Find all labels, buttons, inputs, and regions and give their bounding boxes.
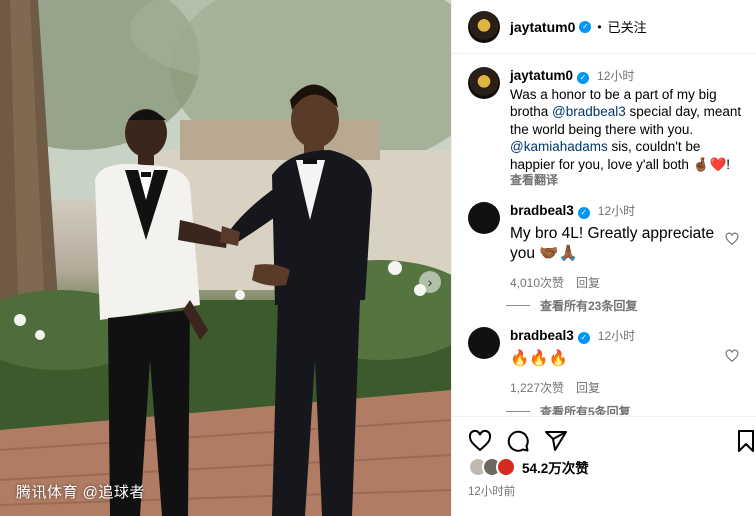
view-replies-link[interactable]: 查看所有5条回复: [506, 403, 631, 415]
carousel-next-button[interactable]: ›: [419, 271, 441, 293]
comment-text: My bro 4L! Greatly appreciate you 🤝🏾🙏🏾: [510, 225, 715, 262]
verified-badge-icon: ✓: [577, 207, 590, 219]
view-replies-link[interactable]: 查看所有23条回复: [506, 297, 637, 314]
post-sidebar: jaytatum0 ✓ • 已关注 jaytatum0 ✓ 12小时 Was a h…: [451, 0, 756, 516]
verified-badge-icon: ✓: [577, 332, 590, 344]
comment-item: bradbeal3 ✓ 12小时 🔥🔥🔥 1,227次赞 回复: [468, 327, 756, 396]
commenter-avatar[interactable]: [468, 202, 500, 234]
comment-like-count[interactable]: 4,010次赞: [510, 276, 564, 290]
verified-badge-icon: ✓: [577, 72, 590, 84]
post-header: jaytatum0 ✓ • 已关注: [452, 0, 756, 54]
caption-time: 12小时: [597, 69, 635, 83]
author-username[interactable]: jaytatum0: [510, 19, 575, 35]
comment-icon[interactable]: [506, 429, 530, 453]
verified-badge-icon: ✓: [579, 20, 592, 33]
commenter-username[interactable]: bradbeal3: [510, 328, 574, 343]
heart-icon[interactable]: [468, 429, 492, 453]
watermark: 腾讯体育 @追球者: [16, 484, 145, 501]
caption-avatar[interactable]: [468, 67, 500, 99]
likes-summary[interactable]: 54.2万次赞: [468, 457, 589, 477]
comment-text: 🔥🔥🔥: [510, 350, 568, 367]
bookmark-icon[interactable]: [734, 429, 756, 453]
comment-time: 12小时: [597, 204, 636, 218]
post-timestamp: 12小时前: [468, 486, 516, 498]
post-caption: jaytatum0 ✓ 12小时 Was a honor to be a part …: [468, 67, 748, 187]
caption-emoji: 🤞🏾❤️!: [692, 156, 731, 172]
see-translation-link[interactable]: 查看翻译: [510, 173, 748, 187]
separator-dot: •: [597, 19, 602, 34]
share-icon[interactable]: [544, 429, 568, 453]
mention-link[interactable]: @bradbeal3: [552, 104, 626, 119]
comment-time: 12小时: [597, 329, 636, 343]
caption-username[interactable]: jaytatum0: [510, 68, 573, 83]
commenter-avatar[interactable]: [468, 327, 500, 359]
reply-button[interactable]: 回复: [576, 381, 600, 395]
comments-scroll-area[interactable]: jaytatum0 ✓ 12小时 Was a honor to be a part …: [452, 55, 756, 415]
author-avatar[interactable]: [468, 10, 500, 43]
caption-text: Was a honor to be a part of my big broth…: [510, 86, 748, 174]
reply-button[interactable]: 回复: [576, 276, 600, 290]
post-actions: 54.2万次赞 12小时前: [452, 416, 756, 516]
comment-like-count[interactable]: 1,227次赞: [510, 381, 564, 395]
likes-count[interactable]: 54.2万次赞: [522, 457, 589, 477]
post-photo[interactable]: › 腾讯体育 @追球者: [0, 0, 451, 516]
comment-like-heart-icon[interactable]: [725, 232, 739, 246]
commenter-username[interactable]: bradbeal3: [510, 203, 574, 218]
liker-avatar: [496, 457, 516, 477]
follow-status-button[interactable]: 已关注: [608, 17, 647, 36]
wedding-photo-illustration: [0, 0, 451, 516]
comment-item: bradbeal3 ✓ 12小时 My bro 4L! Greatly apprec…: [468, 202, 756, 291]
comment-like-heart-icon[interactable]: [725, 349, 739, 363]
mention-link[interactable]: @kamiahadams: [510, 139, 608, 154]
